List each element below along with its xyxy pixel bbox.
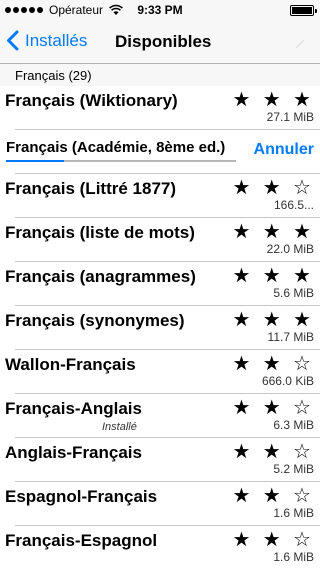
- download-progress-bar: [6, 160, 236, 162]
- status-bar: Opérateur 9:33 PM: [0, 0, 320, 20]
- battery-icon: [290, 5, 317, 16]
- list-item[interactable]: Wallon-Français ★ ★ ☆ 666.0 KiB: [0, 350, 320, 394]
- rating-stars: ★ ★ ☆: [232, 351, 314, 375]
- dictionary-size: 1.6 MiB: [273, 550, 314, 564]
- dictionary-size: 1.6 MiB: [273, 506, 314, 520]
- list-item[interactable]: Français-Espagnol ★ ★ ☆ 1.6 MiB: [0, 526, 320, 568]
- navigation-bar: Installés Disponibles: [0, 20, 320, 64]
- dictionary-name: Espagnol-Français: [5, 487, 158, 506]
- list-item[interactable]: Anglais-Français ★ ★ ☆ 5.2 MiB: [0, 438, 320, 482]
- dictionary-name: Français (Wiktionary): [5, 91, 178, 110]
- list-item[interactable]: Français (liste de mots) ★ ★ ★ 22.0 MiB: [0, 218, 320, 262]
- dictionary-size: 666.0 KiB: [261, 374, 314, 388]
- dictionary-name: Anglais-Français: [5, 443, 142, 462]
- section-header: Français (29): [0, 64, 320, 86]
- list-item[interactable]: Français (Wiktionary) ★ ★ ★ 27.1 MiB: [0, 86, 320, 130]
- dictionary-name: Français (synonymes): [5, 311, 185, 330]
- downloading-name: Français (Académie, 8ème ed.): [6, 139, 226, 156]
- rating-stars: ★ ★ ☆: [232, 439, 314, 463]
- list-item[interactable]: Français (anagrammes) ★ ★ ★ 5.6 MiB: [0, 262, 320, 306]
- list-item[interactable]: Français-Anglais Installé ★ ★ ☆ 6.3 MiB: [0, 394, 320, 438]
- rating-stars: ★ ★ ★: [232, 263, 314, 287]
- list-item[interactable]: Français (Littré 1877) ★ ★ ☆ 166.5...: [0, 174, 320, 218]
- dictionary-name: Français (liste de mots): [5, 223, 195, 242]
- dictionary-name: Français-Anglais: [5, 399, 142, 418]
- dictionary-size: 166.5...: [273, 198, 314, 212]
- page-title: Disponibles: [115, 32, 212, 51]
- dictionary-name: Wallon-Français: [5, 355, 136, 374]
- back-button[interactable]: Installés: [6, 30, 87, 51]
- back-button-label: Installés: [25, 30, 88, 50]
- dictionary-size: 5.2 MiB: [273, 462, 314, 476]
- rating-stars: ★ ★ ★: [232, 219, 314, 243]
- dictionary-size: 11.7 MiB: [267, 330, 314, 344]
- list-item[interactable]: Espagnol-Français ★ ★ ☆ 1.6 MiB: [0, 482, 320, 526]
- rating-stars: ★ ★ ★: [232, 87, 314, 111]
- dictionary-size: 6.3 MiB: [273, 418, 314, 432]
- rating-stars: ★ ★ ☆: [232, 483, 314, 507]
- dictionary-name: Français (Littré 1877): [5, 179, 177, 198]
- status-time: 9:33 PM: [137, 3, 183, 17]
- rating-stars: ★ ★ ☆: [232, 527, 314, 551]
- cancel-button[interactable]: Annuler: [254, 141, 314, 159]
- dictionary-name: Français (anagrammes): [5, 267, 196, 286]
- dictionary-size: 5.6 MiB: [273, 286, 314, 300]
- installed-badge: Installé: [102, 421, 137, 433]
- chevron-left-icon: [7, 30, 19, 51]
- sort-icon: [295, 39, 305, 49]
- list-item[interactable]: Français (synonymes) ★ ★ ★ 11.7 MiB: [0, 306, 320, 350]
- dictionary-name: Français-Espagnol: [5, 531, 158, 550]
- rating-stars: ★ ★ ☆: [232, 175, 314, 199]
- section-header-label: Français (29): [15, 68, 92, 83]
- rating-stars: ★ ★ ☆: [232, 395, 314, 419]
- dictionary-size: 22.0 MiB: [266, 242, 314, 256]
- rating-stars: ★ ★ ★: [232, 307, 314, 331]
- dictionary-size: 27.1 MiB: [266, 110, 314, 124]
- download-progress-fill: [6, 160, 64, 162]
- downloading-item: Français (Académie, 8ème ed.) Annuler: [0, 130, 320, 174]
